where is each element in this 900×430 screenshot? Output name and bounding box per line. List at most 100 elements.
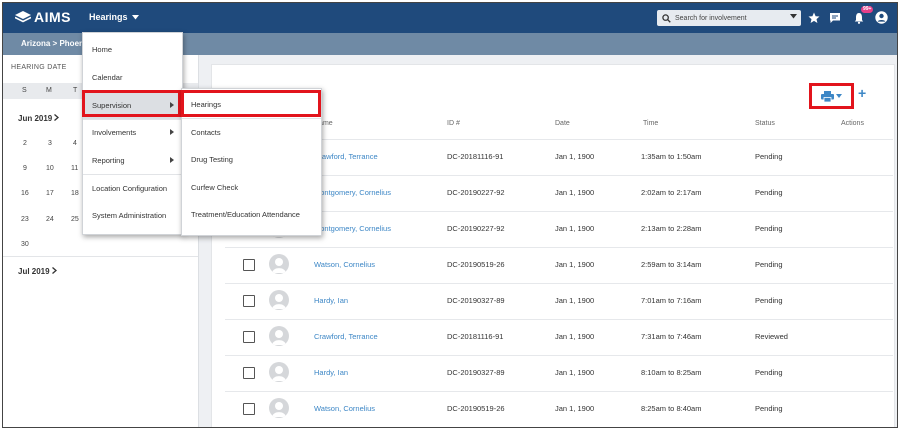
menu-item-label: Home [92,45,113,54]
print-button[interactable] [821,89,849,103]
bell-icon[interactable] [853,12,865,24]
module-menu: Home Calendar Supervision Involvements R… [82,32,183,235]
plus-icon[interactable]: + [858,86,866,100]
menu-item-location-configuration[interactable]: Location Configuration [83,175,182,202]
row-time: 2:13am to 2:28am [641,224,702,233]
calendar-day[interactable]: 24 [46,216,54,223]
calendar-day[interactable]: 11 [71,165,78,172]
row-checkbox[interactable] [243,295,255,307]
chat-icon[interactable] [829,12,841,24]
row-time: 7:31am to 7:46am [641,332,702,341]
module-dropdown[interactable]: Hearings [89,12,139,22]
row-date: Jan 1, 1900 [555,368,595,377]
submenu-item-drug-testing[interactable]: Drug Testing [182,146,321,173]
column-header-id[interactable]: ID # [447,120,460,127]
calendar-day[interactable]: 30 [21,241,29,248]
submenu-item-treatment-education-attendance[interactable]: Treatment/Education Attendance [182,201,321,228]
menu-item-label: System Administration [92,211,167,220]
user-avatar-icon [272,402,286,417]
row-name-link[interactable]: Montgomery, Cornelius [314,224,391,233]
row-status: Pending [755,404,783,413]
row-time: 8:25am to 8:40am [641,404,702,413]
notification-badge: 99+ [861,6,874,13]
calendar-day[interactable]: 4 [73,140,77,147]
row-time: 2:59am to 3:14am [641,260,702,269]
column-header-date[interactable]: Date [555,120,570,127]
row-name-link[interactable]: Crawford, Terrance [314,152,378,161]
month-jun-2019[interactable]: Jun 2019 [18,114,60,123]
avatar [269,398,289,418]
submenu-item-curfew-check[interactable]: Curfew Check [182,174,321,201]
row-divider [225,319,893,320]
weekday-label: M [46,87,52,94]
chevron-right-icon [54,114,60,121]
row-name-link[interactable]: Watson, Cornelius [314,404,375,413]
row-checkbox[interactable] [243,331,255,343]
row-checkbox[interactable] [243,403,255,415]
star-icon[interactable] [808,12,820,24]
menu-item-reporting[interactable]: Reporting [83,147,182,174]
row-time: 8:10am to 8:25am [641,368,702,377]
menu-item-calendar[interactable]: Calendar [83,64,182,91]
row-status: Pending [755,296,783,305]
calendar-day[interactable]: 18 [71,190,79,197]
month-label: Jun 2019 [18,114,53,123]
menu-item-supervision[interactable]: Supervision [83,92,182,119]
user-avatar-icon [272,330,286,345]
weekday-label: T [73,87,78,94]
submenu-item-label: Hearings [191,100,222,109]
menu-item-label: Location Configuration [92,184,168,193]
calendar-day[interactable]: 23 [21,216,29,223]
row-status: Pending [755,260,783,269]
top-navbar: AIMS Hearings Search for involvement 99+ [3,3,897,33]
calendar-day[interactable]: 2 [23,140,27,147]
row-date: Jan 1, 1900 [555,224,595,233]
row-name-link[interactable]: Hardy, Ian [314,296,348,305]
row-id: DC-20190227-92 [447,224,505,233]
calendar-day[interactable]: 16 [21,190,29,197]
chevron-down-icon [131,14,139,19]
calendar-day[interactable]: 9 [23,165,27,172]
row-date: Jan 1, 1900 [555,404,595,413]
row-checkbox[interactable] [243,367,255,379]
breadcrumb[interactable]: Arizona > Phoen [21,39,84,48]
calendar-day[interactable]: 17 [46,190,54,197]
submenu-item-hearings[interactable]: Hearings [182,91,321,118]
row-id: DC-20190519-26 [447,260,505,269]
caret-right-icon [170,129,174,135]
row-name-link[interactable]: Crawford, Terrance [314,332,378,341]
weekday-label: S [22,87,27,94]
search-box[interactable]: Search for involvement [657,10,801,26]
row-divider [225,175,893,176]
row-date: Jan 1, 1900 [555,332,595,341]
calendar-day[interactable]: 25 [71,216,79,223]
row-date: Jan 1, 1900 [555,260,595,269]
avatar [269,326,289,346]
chevron-down-icon [836,94,842,98]
month-jul-2019[interactable]: Jul 2019 [18,267,57,276]
app-logo[interactable]: AIMS [15,9,71,25]
user-icon[interactable] [875,11,888,24]
row-name-link[interactable]: Hardy, Ian [314,368,348,377]
menu-item-home[interactable]: Home [83,36,182,63]
submenu-item-label: Curfew Check [191,183,239,192]
menu-item-system-administration[interactable]: System Administration [83,202,182,229]
row-divider [225,391,893,392]
row-date: Jan 1, 1900 [555,296,595,305]
module-label: Hearings [89,12,128,22]
menu-item-involvements[interactable]: Involvements [83,119,182,146]
column-header-time[interactable]: Time [643,120,658,127]
column-header-status[interactable]: Status [755,120,775,127]
calendar-day[interactable]: 10 [46,165,54,172]
month-label: Jul 2019 [18,267,50,276]
caret-right-icon [170,157,174,163]
row-checkbox[interactable] [243,259,255,271]
submenu-item-contacts[interactable]: Contacts [182,119,321,146]
row-name-link[interactable]: Montgomery, Cornelius [314,188,391,197]
avatar [269,362,289,382]
row-name-link[interactable]: Watson, Cornelius [314,260,375,269]
row-date: Jan 1, 1900 [555,188,595,197]
menu-item-label: Calendar [92,73,123,82]
menu-item-label: Involvements [92,128,137,137]
calendar-day[interactable]: 3 [48,140,52,147]
